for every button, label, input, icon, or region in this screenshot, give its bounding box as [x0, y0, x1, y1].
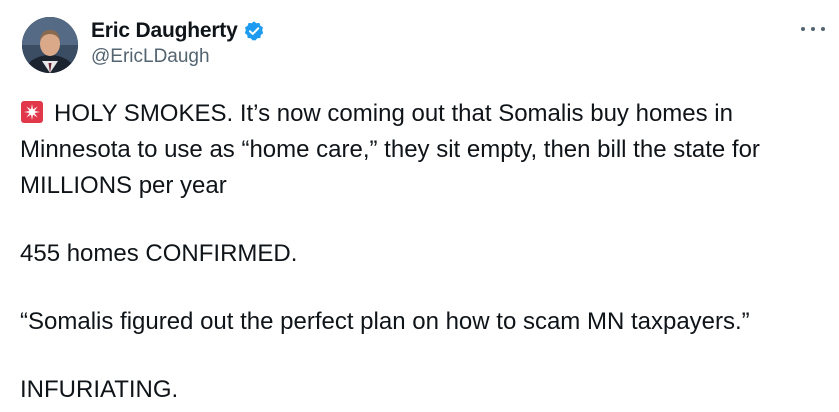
tweet: Eric Daugherty @EricLDaugh HOLY SMOKES. …	[0, 0, 839, 412]
tweet-paragraph-3: “Somalis figured out the perfect plan on…	[20, 308, 750, 335]
tweet-paragraph-4: INFURIATING.	[20, 376, 179, 403]
more-dot	[811, 27, 815, 31]
avatar-image	[22, 17, 78, 73]
more-dot	[821, 27, 825, 31]
tweet-text: HOLY SMOKES. It’s now coming out that So…	[20, 96, 820, 408]
author-handle[interactable]: @EricLDaugh	[91, 46, 210, 68]
author-display-name[interactable]: Eric Daugherty	[91, 19, 238, 43]
more-horizontal-icon[interactable]	[801, 19, 825, 39]
avatar[interactable]	[22, 17, 78, 73]
tweet-line-1: HOLY SMOKES. It’s now coming out that So…	[20, 100, 760, 199]
tweet-paragraph-1: HOLY SMOKES. It’s now coming out that So…	[20, 96, 820, 204]
rotating-light-emoji-icon	[20, 99, 44, 123]
tweet-paragraph-2: 455 homes CONFIRMED.	[20, 240, 298, 267]
author-name-row: Eric Daugherty	[91, 17, 265, 45]
more-dot	[801, 27, 805, 31]
verified-badge-icon	[243, 20, 265, 42]
